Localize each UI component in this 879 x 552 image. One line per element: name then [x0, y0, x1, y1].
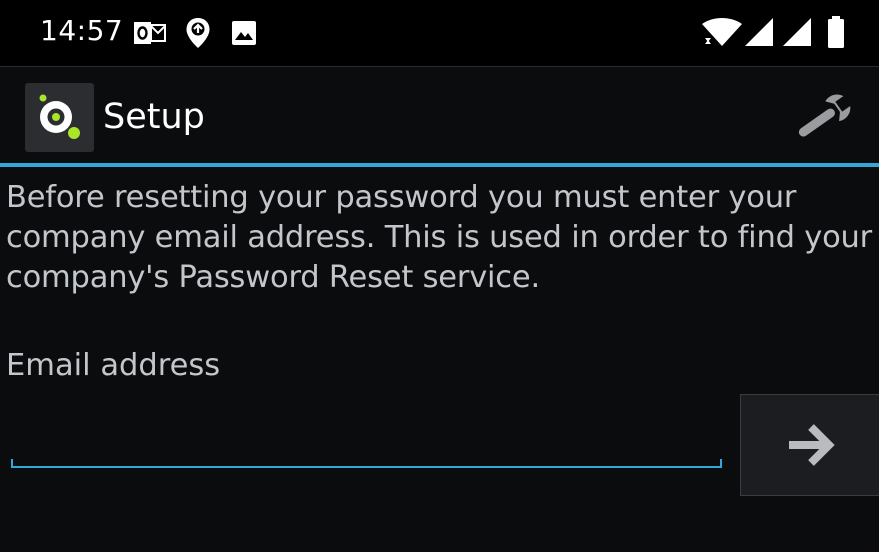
battery-icon — [827, 15, 845, 53]
submit-button[interactable] — [740, 394, 879, 496]
email-field-underline — [11, 466, 722, 468]
status-time: 14:57 — [40, 14, 124, 47]
accent-divider — [0, 163, 879, 167]
settings-button[interactable] — [790, 89, 858, 145]
outlook-icon — [134, 20, 166, 50]
wrench-icon — [790, 94, 858, 149]
signal-icon — [744, 17, 774, 51]
page-title: Setup — [103, 97, 205, 137]
status-bar: 14:57 — [0, 0, 879, 66]
wifi-icon — [702, 18, 742, 52]
action-bar: Setup — [0, 67, 879, 164]
location-icon — [185, 17, 211, 53]
email-field-tick — [11, 459, 13, 468]
signal-icon — [782, 17, 812, 51]
image-icon — [231, 20, 257, 50]
instructions-text: Before resetting your password you must … — [6, 180, 873, 295]
email-field-tick — [720, 459, 722, 468]
email-label: Email address — [6, 348, 221, 383]
app-logo-icon — [25, 83, 94, 152]
email-field[interactable] — [11, 405, 721, 467]
